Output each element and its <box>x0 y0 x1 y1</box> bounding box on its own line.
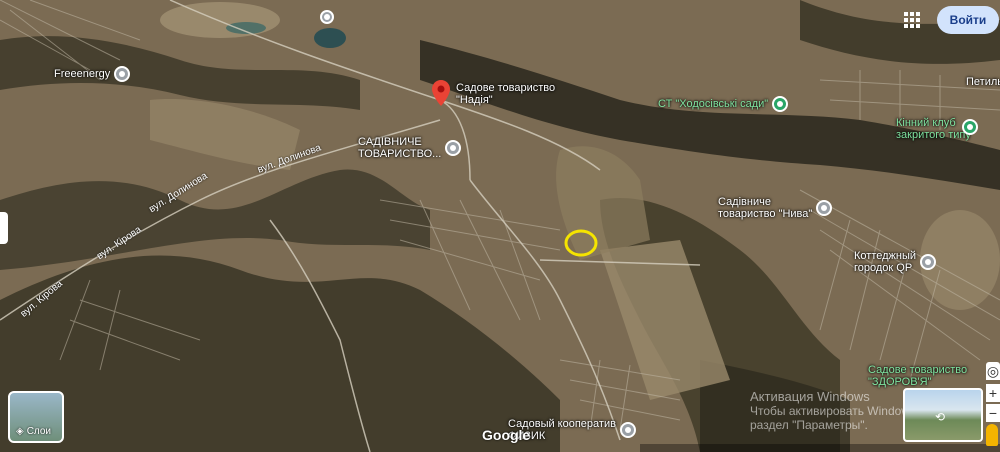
satellite-terrain <box>0 0 1000 452</box>
poi-label: СТ "Ходосівські сади" <box>658 98 769 110</box>
location-pin-icon <box>445 140 462 156</box>
windows-activation-watermark: Активация Windows Чтобы активировать Win… <box>750 389 920 433</box>
poi-label: Freeenergy <box>54 68 111 80</box>
train-station[interactable] <box>320 10 334 24</box>
flower-icon <box>772 96 789 112</box>
poi-nadiya[interactable]: Садове товариство "Надія" <box>456 82 555 106</box>
layers-label-wrap: ◈ Слои <box>16 426 51 437</box>
poi-kinnyi-klub[interactable]: Кінний клуб закритого типу <box>896 117 978 141</box>
zoom-in-button[interactable]: + <box>986 384 1000 402</box>
poi-petyl: Петиль <box>966 76 1000 88</box>
layers-button[interactable]: ◈ Слои <box>8 391 64 443</box>
zoom-out-button[interactable]: − <box>986 404 1000 422</box>
poi-label: Садівниче товариство "Нива" <box>718 196 813 220</box>
poi-label: Кінний клуб закритого типу <box>896 117 971 141</box>
layers-icon: ◈ <box>16 426 24 437</box>
poi-label: Садове товариство "ЗДОРОВ'Я" <box>868 364 968 388</box>
my-location-button[interactable]: ◎ <box>986 362 1000 380</box>
street-view-thumbnail[interactable]: ⟲ <box>903 388 983 442</box>
poi-khodosivski-sady[interactable]: СТ "Ходосівські сади" <box>658 96 789 112</box>
poi-zdorovya[interactable]: Садове товариство "ЗДОРОВ'Я" <box>868 364 967 388</box>
poi-label: САДІВНИЧЕ ТОВАРИСТВО... <box>358 136 442 160</box>
location-pin-icon <box>816 200 833 216</box>
red-marker-icon[interactable] <box>432 80 450 106</box>
poi-label: Коттеджный городок QP <box>854 250 917 274</box>
poi-sadivnyche[interactable]: САДІВНИЧЕ ТОВАРИСТВО... <box>358 136 462 160</box>
poi-kotedzhnyi[interactable]: Коттеджный городок QP <box>854 250 937 274</box>
poi-nyva[interactable]: Садівниче товариство "Нива" <box>718 196 833 220</box>
footer-strip <box>640 444 1000 452</box>
map-canvas[interactable]: вул. Долинова вул. Долинова вул. Кірова … <box>0 0 1000 452</box>
location-pin-icon <box>962 119 978 135</box>
watermark-line1: Активация Windows <box>750 389 870 404</box>
watermark-line2: Чтобы активировать Windows, <box>750 404 920 418</box>
street-view-icon: ⟲ <box>935 410 946 424</box>
location-pin-icon <box>619 422 636 438</box>
poi-label: Садове товариство "Надія" <box>456 82 556 106</box>
watermark-line3: раздел "Параметры". <box>750 418 868 432</box>
poi-freeenergy[interactable]: Freeenergy <box>54 66 131 82</box>
pegman-icon[interactable] <box>986 424 998 446</box>
signin-button[interactable]: Войти <box>937 6 999 34</box>
location-pin-icon <box>920 254 937 270</box>
google-logo: Google <box>482 427 531 443</box>
location-pin-icon <box>114 66 131 82</box>
poi-label: Петиль <box>966 76 1000 88</box>
side-panel-toggle[interactable] <box>0 212 8 244</box>
train-icon <box>320 10 334 24</box>
apps-grid-icon[interactable] <box>904 12 920 28</box>
layers-label: Слои <box>26 426 52 437</box>
